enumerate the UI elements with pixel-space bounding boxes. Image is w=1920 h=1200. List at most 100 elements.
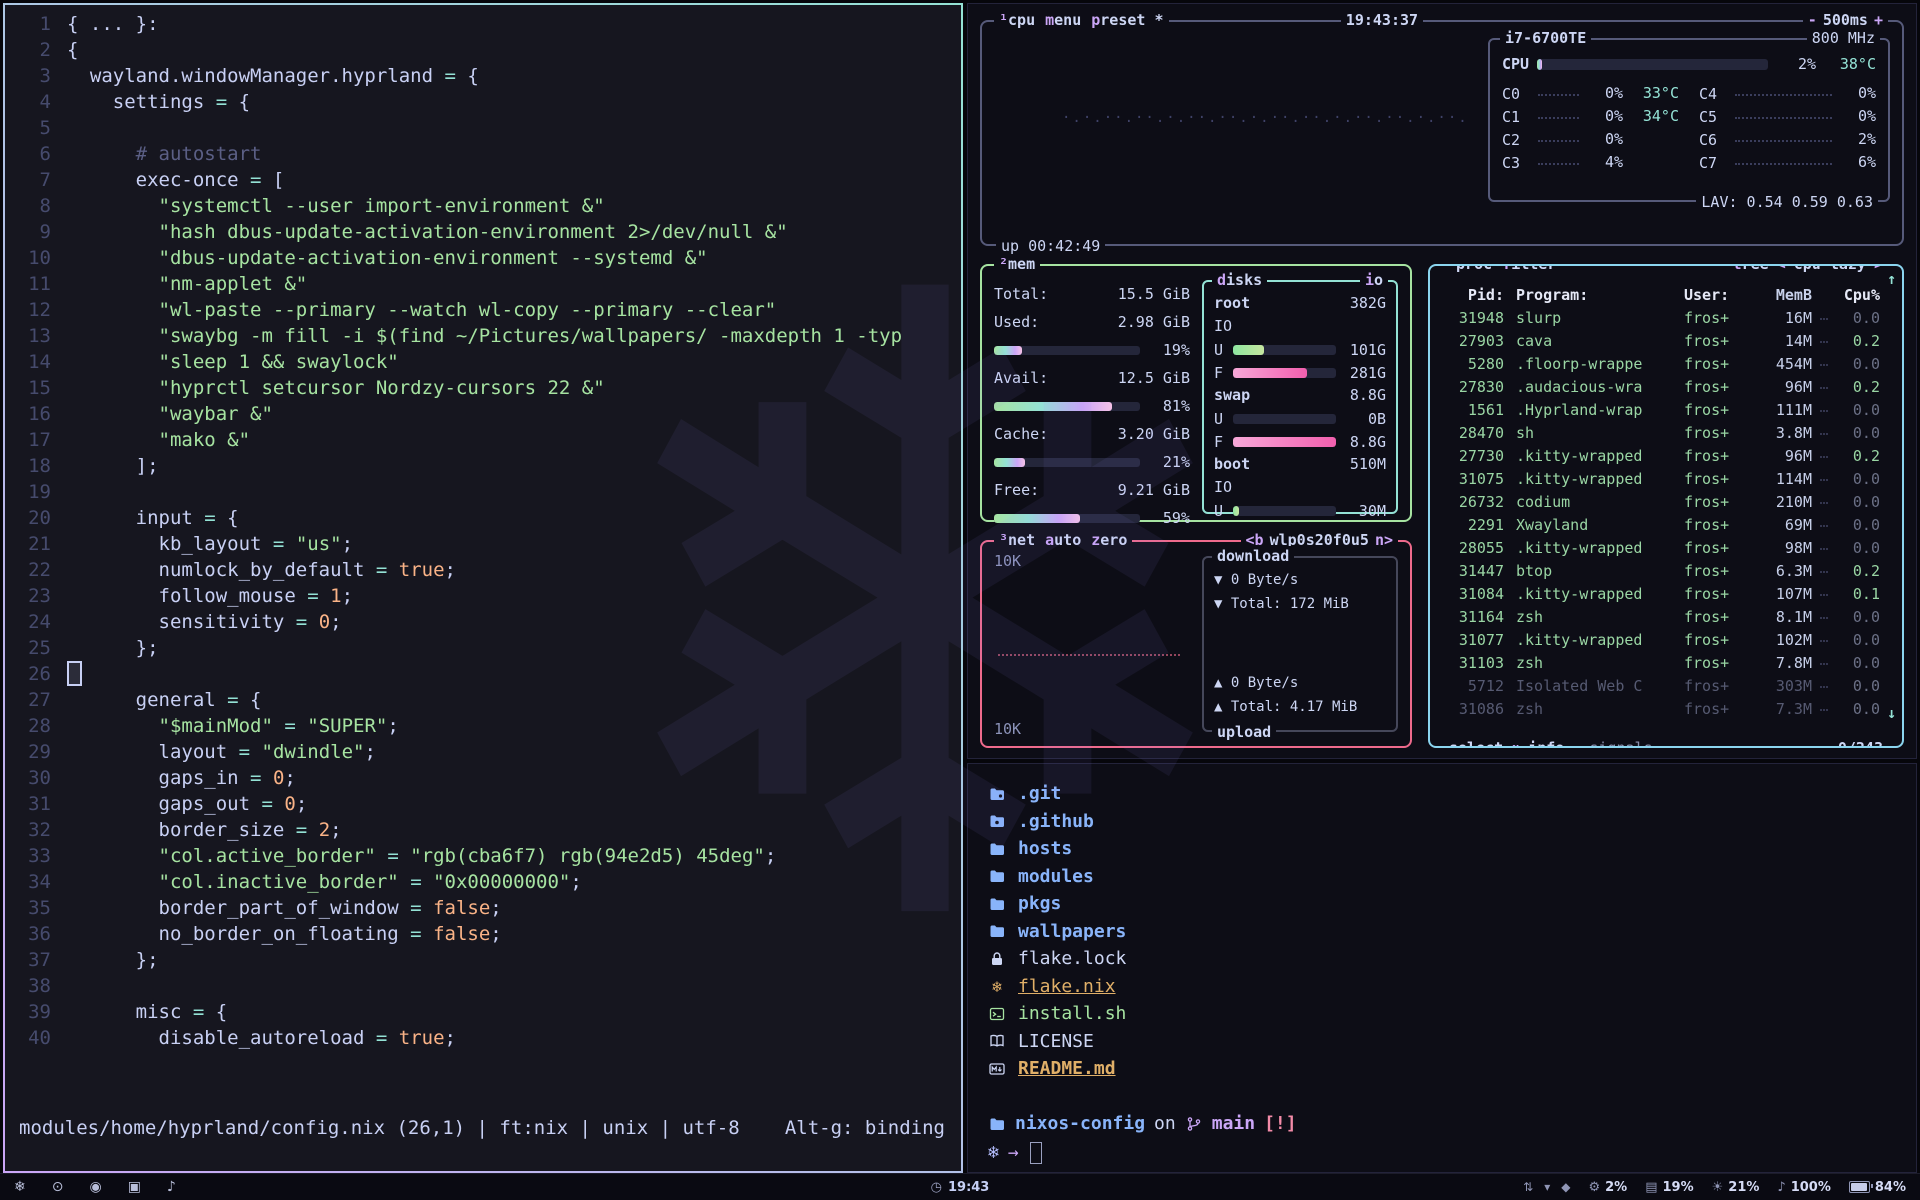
process-row[interactable]: 27730.kitty-wrappedfros+96M0.2 [1440,442,1896,465]
code-line[interactable]: 35 border_part_of_window = false; [5,895,961,921]
column-program[interactable]: Program: [1504,286,1682,304]
code-line[interactable]: 32 border_size = 2; [5,817,961,843]
code-line[interactable]: 10 "dbus-update-activation-environment -… [5,245,961,271]
process-row[interactable]: 31948slurpfros+16M0.0 [1440,304,1896,327]
column-memory[interactable]: MemB [1752,286,1812,304]
column-cpu[interactable]: Cpu% [1836,286,1896,304]
select-action[interactable]: select [1449,738,1503,748]
io-toggle-button[interactable]: io [1365,270,1383,290]
code-line[interactable]: 25 }; [5,635,961,661]
code-line[interactable]: 33 "col.active_border" = "rgb(cba6f7) rg… [5,843,961,869]
net-zero-button[interactable]: zero [1091,530,1127,550]
scroll-up-icon[interactable]: ↑ [1887,270,1896,288]
volume[interactable]: ♪100% [1777,1180,1830,1195]
network-tray-icon[interactable]: ⇅ [1523,1180,1533,1194]
code-line[interactable]: 27 general = { [5,687,961,713]
menu-button[interactable]: menu [1045,10,1081,30]
code-line[interactable]: 26 [5,661,961,687]
process-row[interactable]: 27903cavafros+14M0.2 [1440,327,1896,350]
process-row[interactable]: 28055.kitty-wrappedfros+98M0.0 [1440,534,1896,557]
code-line[interactable]: 39 misc = { [5,999,961,1025]
iface-next-button[interactable]: n> [1375,530,1393,550]
process-name: .kitty-wrapped [1504,539,1682,557]
cpu-tab[interactable]: ¹cpu [999,10,1035,30]
process-row[interactable]: 26732codiumfros+210M0.0 [1440,488,1896,511]
disks-tab[interactable]: disks [1217,270,1262,290]
interval-increase-button[interactable]: + [1874,10,1883,30]
net-tab[interactable]: ³net [999,530,1035,550]
process-row[interactable]: 31084.kitty-wrappedfros+107M0.1 [1440,580,1896,603]
code-line[interactable]: 8 "systemctl --user import-environment &… [5,193,961,219]
code-line[interactable]: 6 # autostart [5,141,961,167]
process-row[interactable]: 31103zshfros+7.8M0.0 [1440,649,1896,672]
net-auto-button[interactable]: auto [1045,530,1081,550]
process-row[interactable]: 31086zshfros+7.3M0.0 [1440,695,1896,718]
code-line[interactable]: 31 gaps_out = 0; [5,791,961,817]
code-line[interactable]: 12 "wl-paste --primary --watch wl-copy -… [5,297,961,323]
process-row[interactable]: 31077.kitty-wrappedfros+102M0.0 [1440,626,1896,649]
code-line[interactable]: 5 [5,115,961,141]
brightness[interactable]: ☀21% [1712,1180,1760,1195]
code-line[interactable]: 37 }; [5,947,961,973]
column-pid[interactable]: Pid: [1440,286,1504,304]
battery[interactable]: 84% [1849,1180,1906,1195]
code-line[interactable]: 3 wayland.windowManager.hyprland = { [5,63,961,89]
music-icon[interactable]: ♪ [167,1179,176,1195]
display-icon[interactable]: ▣ [128,1179,141,1195]
proc-tab[interactable]: ⁴proc [1447,264,1492,274]
code-line[interactable]: 21 kb_layout = "us"; [5,531,961,557]
tree-toggle-button[interactable]: tree [1733,264,1769,274]
code-line[interactable]: 2{ [5,37,961,63]
signals-action[interactable]: signals [1589,738,1652,748]
code-line[interactable]: 16 "waybar &" [5,401,961,427]
shell-input-line[interactable]: ❄ → [988,1138,1896,1168]
code-line[interactable]: 28 "$mainMod" = "SUPER"; [5,713,961,739]
process-row[interactable]: 2291Xwaylandfros+69M0.0 [1440,511,1896,534]
code-line[interactable]: 36 no_border_on_floating = false; [5,921,961,947]
code-line[interactable]: 14 "sleep 1 && swaylock" [5,349,961,375]
process-row[interactable]: 27830.audacious-wrafros+96M0.2 [1440,373,1896,396]
code-line[interactable]: 34 "col.inactive_border" = "0x00000000"; [5,869,961,895]
code-line[interactable]: 40 disable_autoreload = true; [5,1025,961,1051]
process-row[interactable]: 5712Isolated Web Cfros+303M0.0 [1440,672,1896,695]
preset-button[interactable]: preset * [1091,10,1163,30]
code-line[interactable]: 30 gaps_in = 0; [5,765,961,791]
memory-usage[interactable]: ▤19% [1645,1180,1693,1195]
info-action[interactable]: info [1528,738,1564,748]
power-icon[interactable]: ⊙ [52,1179,64,1195]
process-row[interactable]: 31075.kitty-wrappedfros+114M0.0 [1440,465,1896,488]
code-line[interactable]: 38 [5,973,961,999]
filter-button[interactable]: filter [1502,264,1556,274]
code-line[interactable]: 13 "swaybg -m fill -i $(find ~/Pictures/… [5,323,961,349]
code-line[interactable]: 15 "hyprctl setcursor Nordzy-cursors 22 … [5,375,961,401]
process-row[interactable]: 28470shfros+3.8M0.0 [1440,419,1896,442]
shield-tray-icon[interactable]: ◆ [1561,1180,1570,1194]
interval-decrease-button[interactable]: - [1808,10,1817,30]
notification-tray-icon[interactable]: ▾ [1544,1180,1550,1194]
code-line[interactable]: 7 exec-once = [ [5,167,961,193]
column-user[interactable]: User: [1682,286,1752,304]
sort-next-button[interactable]: > [1874,264,1883,274]
code-line[interactable]: 9 "hash dbus-update-activation-environme… [5,219,961,245]
code-line[interactable]: 29 layout = "dwindle"; [5,739,961,765]
code-line[interactable]: 24 sensitivity = 0; [5,609,961,635]
process-row[interactable]: 31164zshfros+8.1M0.0 [1440,603,1896,626]
sort-prev-button[interactable]: < [1777,264,1786,274]
process-row[interactable]: 5280.floorp-wrappefros+454M0.0 [1440,350,1896,373]
record-icon[interactable]: ◉ [89,1179,101,1195]
code-line[interactable]: 19 [5,479,961,505]
code-line[interactable]: 1{ ... }: [5,11,961,37]
code-line[interactable]: 18 ]; [5,453,961,479]
code-line[interactable]: 22 numlock_by_default = true; [5,557,961,583]
code-line[interactable]: 23 follow_mouse = 1; [5,583,961,609]
cpu-usage[interactable]: ⚙2% [1588,1180,1627,1195]
code-line[interactable]: 11 "nm-applet &" [5,271,961,297]
code-line[interactable]: 20 input = { [5,505,961,531]
mem-tab[interactable]: ²mem [999,254,1035,274]
process-row[interactable]: 1561.Hyprland-wrapfros+111M0.0 [1440,396,1896,419]
nix-menu-icon[interactable]: ❄ [14,1179,26,1195]
code-line[interactable]: 4 settings = { [5,89,961,115]
process-row[interactable]: 31447btopfros+6.3M0.2 [1440,557,1896,580]
code-line[interactable]: 17 "mako &" [5,427,961,453]
scroll-down-icon[interactable]: ↓ [1887,704,1896,722]
